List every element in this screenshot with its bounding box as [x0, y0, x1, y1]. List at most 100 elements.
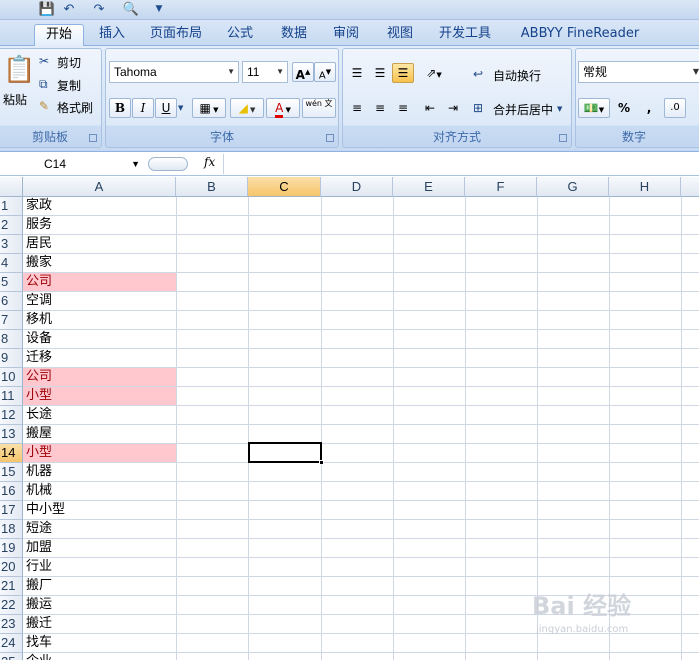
tab-review[interactable]: 审阅	[326, 24, 366, 46]
row-header[interactable]: 16	[0, 482, 23, 501]
fill-handle[interactable]	[319, 460, 324, 465]
orientation-button[interactable]: ⇗▼	[419, 63, 449, 83]
row-header[interactable]: 1	[0, 197, 23, 216]
row-header[interactable]: 14	[0, 444, 23, 463]
cell-a13[interactable]: 搬屋	[23, 425, 176, 443]
increase-indent-button[interactable]: ⇥	[442, 98, 464, 118]
dialog-launcher-icon[interactable]	[559, 134, 567, 142]
row-header[interactable]: 10	[0, 368, 23, 387]
row-header[interactable]: 2	[0, 216, 23, 235]
formula-bar-resize-handle[interactable]	[148, 157, 188, 171]
name-box[interactable]: C14 ▼	[0, 154, 144, 174]
increase-decimal-button[interactable]: .0	[664, 98, 686, 118]
cell-a17[interactable]: 中小型	[23, 501, 176, 519]
comma-style-button[interactable]: ,	[638, 98, 660, 118]
cell-a12[interactable]: 长途	[23, 406, 176, 424]
fill-color-button[interactable]: ◢ ▼	[230, 98, 264, 118]
cell-a23[interactable]: 搬迁	[23, 615, 176, 633]
column-header-f[interactable]: F	[465, 177, 537, 197]
cell-a21[interactable]: 搬厂	[23, 577, 176, 595]
paste-button[interactable]: 粘贴	[3, 91, 27, 108]
tab-insert[interactable]: 插入	[92, 24, 132, 46]
cell-a6[interactable]: 空调	[23, 292, 176, 310]
tab-formulas[interactable]: 公式	[220, 24, 260, 46]
undo-icon[interactable]: ↶	[60, 1, 78, 18]
row-header[interactable]: 6	[0, 292, 23, 311]
row-header[interactable]: 3	[0, 235, 23, 254]
select-all-button[interactable]	[0, 177, 23, 197]
cell-a19[interactable]: 加盟	[23, 539, 176, 557]
italic-button[interactable]: I	[132, 98, 154, 118]
borders-button[interactable]: ▦ ▼	[192, 98, 226, 118]
font-color-button[interactable]: A ▼	[266, 98, 300, 118]
copy-button[interactable]: 复制	[57, 77, 81, 94]
number-format-select[interactable]: 常规 ▼	[578, 61, 699, 83]
align-center-button[interactable]: ≡	[369, 98, 391, 118]
row-header[interactable]: 5	[0, 273, 23, 292]
phonetic-guide-button[interactable]: wén 文	[302, 98, 336, 118]
column-header-h[interactable]: H	[609, 177, 681, 197]
align-bottom-button[interactable]: ☰	[392, 63, 414, 83]
cell-a5[interactable]: 公司	[23, 273, 176, 291]
row-header[interactable]: 24	[0, 634, 23, 653]
underline-button[interactable]: U	[155, 98, 177, 118]
dialog-launcher-icon[interactable]	[326, 134, 334, 142]
merge-center-button[interactable]: 合并后居中	[493, 101, 553, 118]
paste-icon[interactable]: 📋	[3, 55, 35, 85]
format-painter-button[interactable]: 格式刷	[57, 99, 93, 116]
cell-a14[interactable]: 小型	[23, 444, 176, 462]
column-header-g[interactable]: G	[537, 177, 609, 197]
row-header[interactable]: 15	[0, 463, 23, 482]
column-header-a[interactable]: A	[23, 177, 176, 197]
font-name-select[interactable]: Tahoma ▼	[109, 61, 239, 83]
row-header[interactable]: 8	[0, 330, 23, 349]
save-icon[interactable]: 💾	[38, 1, 56, 18]
shrink-font-button[interactable]: A▼	[314, 62, 336, 82]
row-header[interactable]: 25	[0, 653, 23, 660]
cell-a11[interactable]: 小型	[23, 387, 176, 405]
cell-a8[interactable]: 设备	[23, 330, 176, 348]
row-header[interactable]: 7	[0, 311, 23, 330]
cell-a20[interactable]: 行业	[23, 558, 176, 576]
insert-function-button[interactable]: fx	[204, 155, 215, 169]
cell-a15[interactable]: 机器	[23, 463, 176, 481]
align-left-button[interactable]: ≡	[346, 98, 368, 118]
row-header[interactable]: 13	[0, 425, 23, 444]
row-header[interactable]: 11	[0, 387, 23, 406]
cell-a24[interactable]: 找车	[23, 634, 176, 652]
cell-a16[interactable]: 机械	[23, 482, 176, 500]
row-header[interactable]: 17	[0, 501, 23, 520]
tab-data[interactable]: 数据	[274, 24, 314, 46]
column-header-c[interactable]: C	[248, 177, 321, 197]
tab-developer[interactable]: 开发工具	[434, 24, 496, 46]
cut-button[interactable]: 剪切	[57, 54, 81, 71]
row-header[interactable]: 20	[0, 558, 23, 577]
tab-abbyy[interactable]: ABBYY FineReader 11	[512, 24, 648, 61]
bold-button[interactable]: B	[109, 98, 131, 118]
cell-a1[interactable]: 家政	[23, 197, 176, 215]
cell-a2[interactable]: 服务	[23, 216, 176, 234]
row-header[interactable]: 4	[0, 254, 23, 273]
row-header[interactable]: 12	[0, 406, 23, 425]
decrease-indent-button[interactable]: ⇤	[419, 98, 441, 118]
cell-a10[interactable]: 公司	[23, 368, 176, 386]
font-size-select[interactable]: 11 ▼	[242, 61, 288, 83]
chevron-down-icon[interactable]: ▼	[150, 1, 168, 18]
tab-page-layout[interactable]: 页面布局	[146, 24, 206, 46]
column-header-b[interactable]: B	[176, 177, 248, 197]
dialog-launcher-icon[interactable]	[89, 134, 97, 142]
chevron-down-icon[interactable]: ▼	[557, 101, 562, 117]
chevron-down-icon[interactable]: ▼	[178, 100, 183, 116]
column-header-d[interactable]: D	[321, 177, 393, 197]
row-header[interactable]: 18	[0, 520, 23, 539]
wrap-text-button[interactable]: 自动换行	[493, 67, 541, 84]
cell-a22[interactable]: 搬运	[23, 596, 176, 614]
cell-a4[interactable]: 搬家	[23, 254, 176, 272]
print-preview-icon[interactable]: 🔍	[122, 1, 140, 18]
cell-a3[interactable]: 居民	[23, 235, 176, 253]
grow-font-button[interactable]: A▲	[292, 62, 314, 82]
tab-view[interactable]: 视图	[380, 24, 420, 46]
currency-format-button[interactable]: 💵▼	[578, 98, 610, 118]
active-cell-c14[interactable]	[248, 442, 324, 465]
row-header[interactable]: 23	[0, 615, 23, 634]
